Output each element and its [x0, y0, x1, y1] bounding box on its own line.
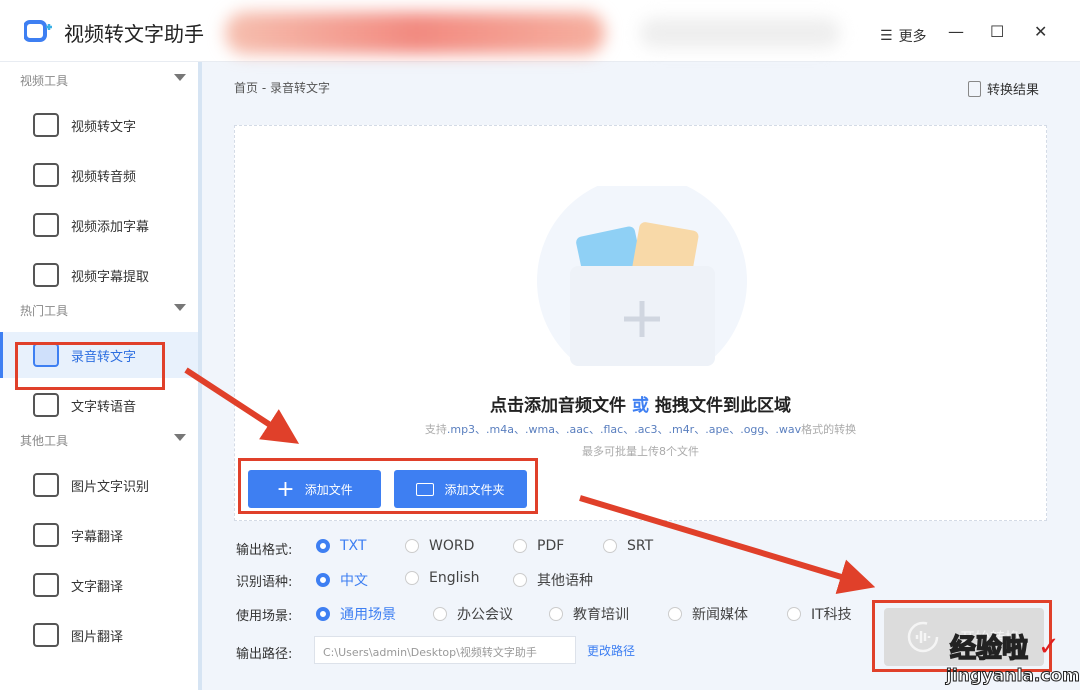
sidebar-group-header[interactable]: 视频工具 — [20, 72, 192, 89]
blurred-banner — [640, 18, 840, 48]
tool-icon — [33, 163, 59, 187]
tool-icon — [33, 573, 59, 597]
tool-icon — [33, 623, 59, 647]
sidebar-item[interactable]: 文字翻译 — [0, 562, 198, 608]
sidebar-item[interactable]: 图片翻译 — [0, 612, 198, 658]
format-option[interactable]: WORD — [405, 538, 474, 554]
watermark-check-icon: ✓ — [1038, 632, 1060, 662]
radio-button[interactable] — [433, 607, 447, 621]
sidebar-item-label: 视频字幕提取 — [71, 269, 150, 285]
sidebar-group-header[interactable]: 热门工具 — [20, 302, 192, 319]
title-bar: 视频转文字助手 ☰ 更多 — ☐ ✕ — [0, 0, 1080, 62]
format-label: 输出格式: — [236, 543, 293, 558]
supported-formats: 支持.mp3、.m4a、.wma、.aac、.flac、.ac3、.m4r、.a… — [424, 423, 857, 436]
scene-option[interactable]: 办公会议 — [433, 604, 513, 624]
radio-button[interactable] — [316, 573, 330, 587]
close-button[interactable]: ✕ — [1034, 22, 1047, 41]
scene-option[interactable]: IT科技 — [787, 604, 852, 624]
radio-button[interactable] — [513, 539, 527, 553]
maximize-button[interactable]: ☐ — [990, 22, 1004, 41]
tool-icon — [33, 263, 59, 287]
radio-button[interactable] — [316, 607, 330, 621]
breadcrumb-current: 录音转文字 — [270, 81, 331, 95]
radio-button[interactable] — [513, 573, 527, 587]
language-option[interactable]: 其他语种 — [513, 570, 593, 590]
breadcrumb-home[interactable]: 首页 — [234, 81, 258, 95]
sidebar-item-label: 图片文字识别 — [71, 479, 150, 495]
more-menu-button[interactable]: ☰ 更多 — [880, 26, 927, 46]
document-icon — [968, 80, 981, 97]
format-option[interactable]: TXT — [316, 538, 366, 554]
sidebar-item[interactable]: 图片文字识别 — [0, 462, 198, 508]
caret-down-icon — [174, 434, 186, 441]
scene-label: 使用场景: — [236, 609, 293, 624]
sidebar-item-label: 图片翻译 — [71, 629, 124, 645]
watermark-url: jingyanla.com — [946, 666, 1080, 687]
blurred-banner — [225, 12, 605, 54]
annotation-box — [15, 342, 165, 390]
sidebar-item[interactable]: 视频转文字 — [0, 102, 198, 148]
tool-icon — [33, 473, 59, 497]
scene-option[interactable]: 新闻媒体 — [668, 604, 748, 624]
breadcrumb: 首页 - 录音转文字 — [234, 81, 331, 95]
scene-option[interactable]: 教育培训 — [549, 604, 629, 624]
caret-down-icon — [174, 74, 186, 81]
watermark-logo: 经验啦 — [949, 634, 1029, 664]
sidebar-item-label: 视频转音频 — [71, 169, 137, 185]
change-path-link[interactable]: 更改路径 — [587, 642, 635, 659]
radio-button[interactable] — [603, 539, 617, 553]
sidebar-item[interactable]: 视频添加字幕 — [0, 202, 198, 248]
radio-button[interactable] — [316, 539, 330, 553]
minimize-button[interactable]: — — [948, 22, 964, 41]
upload-limit: 最多可批量上传8个文件 — [582, 445, 699, 458]
tool-icon — [33, 393, 59, 417]
app-title: 视频转文字助手 — [64, 22, 204, 46]
radio-button[interactable] — [787, 607, 801, 621]
language-label: 识别语种: — [236, 575, 293, 590]
sidebar-item[interactable]: 视频字幕提取 — [0, 252, 198, 298]
radio-button[interactable] — [549, 607, 563, 621]
scene-option[interactable]: 通用场景 — [316, 604, 396, 624]
tool-icon — [33, 113, 59, 137]
caret-down-icon — [174, 304, 186, 311]
sidebar-scrollbar[interactable] — [198, 62, 202, 690]
radio-button[interactable] — [405, 571, 419, 585]
sidebar-item[interactable]: 视频转音频 — [0, 152, 198, 198]
annotation-box — [238, 458, 538, 514]
menu-icon: ☰ — [880, 28, 893, 44]
sidebar-item[interactable]: 字幕翻译 — [0, 512, 198, 558]
output-path-input[interactable]: C:\Users\admin\Desktop\视频转文字助手 — [314, 636, 576, 664]
radio-button[interactable] — [405, 539, 419, 553]
folder-add-icon — [537, 186, 747, 366]
sidebar-group-header[interactable]: 其他工具 — [20, 432, 192, 449]
sidebar-item-label: 字幕翻译 — [71, 529, 124, 545]
output-path-label: 输出路径: — [236, 647, 293, 662]
tool-icon — [33, 213, 59, 237]
sidebar-item-label: 文字翻译 — [71, 579, 124, 595]
drop-title: 点击添加音频文件或拖拽文件到此区域 — [490, 396, 791, 416]
language-option[interactable]: English — [405, 570, 480, 586]
sidebar-item-label: 文字转语音 — [71, 399, 137, 415]
sidebar-item-label: 视频转文字 — [71, 119, 137, 135]
sidebar-item-label: 视频添加字幕 — [71, 219, 150, 235]
tool-icon — [33, 523, 59, 547]
format-option[interactable]: PDF — [513, 538, 564, 554]
radio-button[interactable] — [668, 607, 682, 621]
app-logo-icon — [24, 20, 52, 42]
conversion-result-button[interactable]: 转换结果 — [968, 79, 1039, 98]
language-option[interactable]: 中文 — [316, 570, 368, 590]
format-option[interactable]: SRT — [603, 538, 653, 554]
